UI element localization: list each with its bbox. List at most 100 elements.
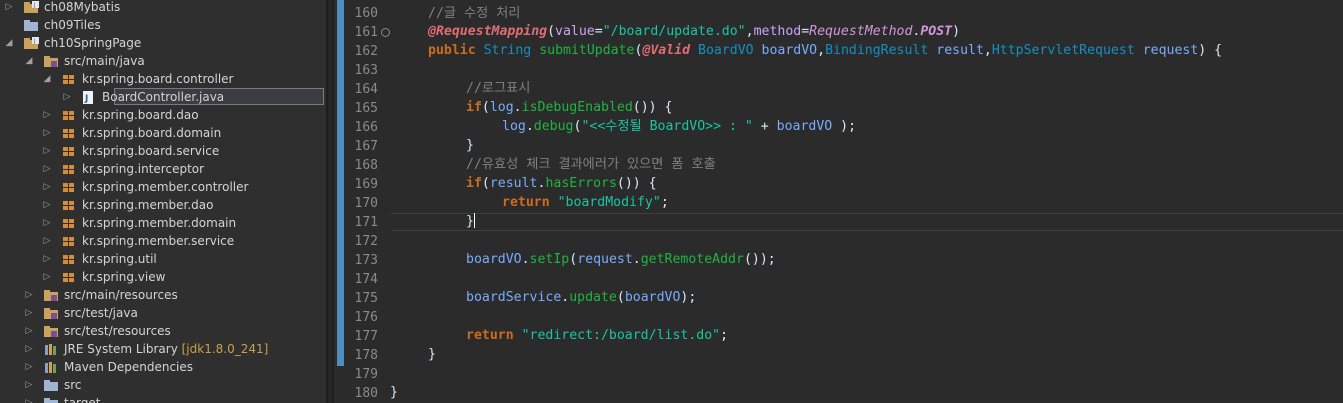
view-splitter[interactable] [326, 0, 334, 403]
enum-constant: POST [920, 24, 953, 39]
tree-item-label: ch09Tiles [44, 16, 101, 34]
expand-arrow-icon[interactable]: ▷ [42, 268, 52, 286]
variable: log [502, 119, 526, 134]
tree-item[interactable]: ◢ kr.spring.board.controller [0, 70, 326, 88]
explorer-scrollbar[interactable] [328, 0, 332, 403]
line-number: 180 [354, 386, 378, 401]
expand-arrow-icon[interactable]: ▷ [42, 142, 52, 160]
paren: ( [569, 252, 578, 267]
tree-item-label: kr.spring.board.service [82, 142, 219, 160]
variable: result [489, 176, 538, 191]
expand-arrow-icon[interactable] [4, 16, 14, 34]
keyword: return [502, 195, 550, 210]
punct: ); [832, 119, 857, 134]
tree-item[interactable]: ▷ src/main/resources [0, 286, 326, 304]
tree-item-decoration: [jdk1.8.0_241] [181, 342, 269, 356]
tree-item[interactable]: ▷ kr.spring.interceptor [0, 160, 326, 178]
expand-arrow-icon[interactable]: ▷ [42, 196, 52, 214]
tree-item-label: kr.spring.board.controller [82, 70, 233, 88]
method-name: submitUpdate [539, 43, 635, 58]
expand-arrow-icon[interactable]: ▷ [42, 160, 52, 178]
tree-item[interactable]: ▷ J BoardController.java [0, 88, 326, 106]
tree-item[interactable]: ▷ kr.spring.member.controller [0, 178, 326, 196]
code-editor[interactable]: 160 161 162 163 164 165 166 167 168 169 170 171 172 1… [334, 0, 1343, 403]
tree-item-label: src/test/java [64, 304, 138, 322]
expand-arrow-icon[interactable]: ▷ [24, 358, 34, 376]
tree-item-text: src/test/java [64, 306, 138, 320]
tree-item-text: kr.spring.member.controller [82, 180, 249, 194]
expand-arrow-icon[interactable]: ▷ [4, 0, 14, 16]
package-icon [62, 109, 76, 121]
string-literal: "<<수정될 BoardVO>> : " [581, 119, 753, 134]
tree-item[interactable]: ▷ kr.spring.board.dao [0, 106, 326, 124]
expand-arrow-icon[interactable]: ▷ [42, 250, 52, 268]
tree-item[interactable]: ▷ Maven Dependencies [0, 358, 326, 376]
dot: . [521, 252, 530, 267]
library-icon [44, 343, 58, 355]
keyword: return [466, 328, 514, 343]
expand-arrow-open-icon[interactable]: ◢ [42, 70, 52, 88]
brace: } [466, 138, 474, 153]
comment: //로그표시 [466, 81, 531, 96]
punct: ); [680, 290, 697, 305]
expand-arrow-open-icon[interactable]: ◢ [4, 34, 14, 52]
tree-item[interactable]: ◢ Jch10SpringPage [0, 34, 326, 52]
tree-item-text: kr.spring.board.domain [82, 126, 222, 140]
variable: boardVO [776, 119, 833, 134]
keyword: if [466, 100, 482, 115]
variable: request [577, 252, 633, 267]
code-area[interactable]: //글 수정 처리 @RequestMapping(value="/board/… [390, 0, 1343, 403]
svg-text:J: J [84, 94, 88, 104]
tree-item[interactable]: ▷ kr.spring.member.service [0, 232, 326, 250]
punct: ()) { [632, 100, 673, 115]
project-folder-icon: J [24, 1, 39, 13]
annotation-attr: value [555, 24, 595, 39]
expand-arrow-icon[interactable]: ▷ [42, 178, 52, 196]
expand-arrow-icon[interactable]: ▷ [42, 232, 52, 250]
tree-item-text: ch08Mybatis [44, 0, 121, 14]
tree-item[interactable]: ▷ kr.spring.member.domain [0, 214, 326, 232]
code-line-170: return "boardModify"; [502, 194, 669, 212]
tree-item[interactable]: ▷ kr.spring.view [0, 268, 326, 286]
package-icon [62, 253, 76, 265]
expand-arrow-icon[interactable]: ▷ [42, 214, 52, 232]
tree-item[interactable]: ▷ Jch08Mybatis [0, 0, 326, 16]
code-line-171: } [466, 213, 475, 231]
tree-item[interactable]: ▷ target [0, 394, 326, 403]
fold-collapse-icon[interactable] [381, 28, 390, 37]
expand-arrow-icon[interactable]: ▷ [42, 124, 52, 142]
expand-arrow-icon[interactable]: ▷ [24, 340, 34, 358]
expand-arrow-icon[interactable]: ▷ [24, 394, 34, 403]
tree-item[interactable]: ch09Tiles [0, 16, 326, 34]
expand-arrow-icon[interactable]: ▷ [24, 322, 34, 340]
tree-item[interactable]: ◢ src/main/java [0, 52, 326, 70]
keyword: if [466, 176, 482, 191]
tree-item[interactable]: ▷ src [0, 376, 326, 394]
expand-arrow-icon[interactable]: ▷ [24, 304, 34, 322]
expand-arrow-icon[interactable]: ▷ [42, 106, 52, 124]
tree-item[interactable]: ▷ kr.spring.util [0, 250, 326, 268]
line-number: 166 [354, 120, 378, 135]
tree-item[interactable]: ▷ src/test/resources [0, 322, 326, 340]
expand-arrow-open-icon[interactable]: ◢ [24, 52, 34, 70]
tree-item[interactable]: ▷ JRE System Library [jdk1.8.0_241] [0, 340, 326, 358]
dot: . [632, 252, 641, 267]
tree-item-label: kr.spring.member.service [82, 232, 234, 250]
expand-arrow-icon[interactable]: ▷ [24, 286, 34, 304]
expand-arrow-icon[interactable]: ▷ [24, 376, 34, 394]
equals: = [801, 24, 810, 39]
tree-item[interactable]: ▷ src/test/java [0, 304, 326, 322]
code-line-173: boardVO.setIp(request.getRemoteAddr()); [466, 251, 776, 269]
tree-item[interactable]: ▷ kr.spring.member.dao [0, 196, 326, 214]
paren: ( [481, 176, 490, 191]
code-line-160: //글 수정 처리 [428, 5, 520, 23]
code-line-177: return "redirect:/board/list.do"; [466, 327, 728, 345]
expand-arrow-icon[interactable]: ▷ [62, 88, 72, 106]
tree-item[interactable]: ▷ kr.spring.board.service [0, 142, 326, 160]
variable: log [489, 100, 514, 115]
line-number: 169 [354, 177, 378, 192]
tree-item[interactable]: ▷ kr.spring.board.domain [0, 124, 326, 142]
tree-item-label: JRE System Library [jdk1.8.0_241] [64, 340, 268, 358]
comma: , [745, 24, 754, 39]
tree-item-text: src/main/java [64, 54, 145, 68]
